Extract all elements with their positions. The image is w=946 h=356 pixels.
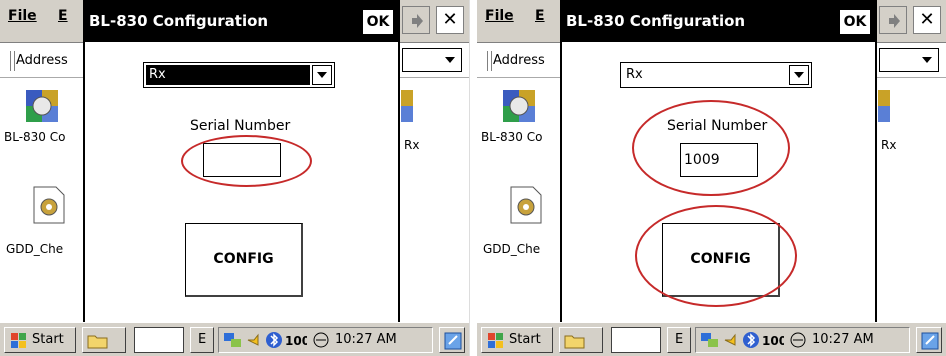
toolbar-grip[interactable]	[487, 51, 492, 71]
task-button[interactable]: E	[190, 327, 214, 353]
sync-icon[interactable]	[311, 331, 331, 349]
chevron-down-icon	[317, 72, 327, 78]
application-icon	[878, 86, 890, 130]
settings-document-icon[interactable]	[32, 185, 66, 229]
signal-icon[interactable]: 100	[762, 331, 784, 349]
explorer-task[interactable]	[82, 327, 126, 353]
start-button[interactable]: Start	[4, 327, 76, 353]
system-tray: 100 10:27 AM	[695, 327, 910, 353]
menu-edit[interactable]: E	[535, 8, 545, 24]
sync-icon[interactable]	[788, 331, 808, 349]
settings-document-icon[interactable]	[509, 185, 543, 229]
windows-flag-icon	[11, 333, 26, 348]
chevron-down-icon	[445, 57, 455, 63]
start-label: Start	[32, 332, 64, 347]
network-icon[interactable]	[700, 331, 720, 349]
address-label: Address	[16, 53, 68, 68]
close-button[interactable]: ✕	[913, 6, 941, 34]
explorer-task[interactable]	[559, 327, 603, 353]
windows-flag-icon	[488, 333, 503, 348]
arrow-right-icon	[412, 14, 423, 28]
ok-button[interactable]: OK	[363, 10, 393, 34]
arrow-right-icon	[889, 14, 900, 28]
menu-file[interactable]: File	[8, 8, 37, 24]
serial-number-label: Serial Number	[667, 118, 768, 134]
config-button[interactable]: CONFIG	[185, 223, 303, 297]
serial-number-input[interactable]	[203, 143, 281, 177]
forward-button[interactable]	[879, 6, 907, 34]
power-plug-icon[interactable]	[722, 331, 740, 349]
desktop-icon	[921, 332, 939, 350]
desktop-icon-label: BL-830 Co	[4, 130, 66, 144]
side-label: Rx	[881, 138, 897, 152]
folder-icon	[87, 335, 108, 349]
task-label: E	[675, 332, 684, 347]
address-dropdown[interactable]	[879, 48, 939, 72]
network-icon[interactable]	[223, 331, 243, 349]
application-icon	[401, 86, 413, 130]
dropdown-arrow[interactable]	[312, 65, 332, 85]
config-dialog: BL-830 Configuration OK Rx Serial Number…	[83, 0, 400, 322]
dialog-title: BL-830 Configuration	[89, 12, 269, 30]
desktop-icon-label: GDD_Che	[483, 242, 541, 256]
svg-text:100: 100	[762, 334, 784, 348]
address-label: Address	[493, 53, 545, 68]
application-icon[interactable]	[499, 86, 539, 130]
toolbar-grip[interactable]	[10, 51, 15, 71]
serial-number-input[interactable]: 1009	[680, 143, 758, 177]
start-label: Start	[509, 332, 541, 347]
serial-number-label: Serial Number	[190, 118, 291, 134]
mode-select-value: Rx	[623, 65, 787, 85]
desktop-icon-label: BL-830 Co	[481, 130, 543, 144]
system-tray: 100 10:27 AM	[218, 327, 433, 353]
task-label: E	[198, 332, 207, 347]
dropdown-arrow[interactable]	[789, 65, 809, 85]
chevron-down-icon	[922, 57, 932, 63]
dialog-title: BL-830 Configuration	[566, 12, 746, 30]
side-label: Rx	[404, 138, 420, 152]
power-plug-icon[interactable]	[245, 331, 263, 349]
dialog-titlebar: BL-830 Configuration OK	[562, 0, 875, 42]
mode-select[interactable]: Rx	[143, 62, 335, 88]
show-desktop-button[interactable]	[916, 327, 942, 353]
close-button[interactable]: ✕	[436, 6, 464, 34]
menu-edit[interactable]: E	[58, 8, 68, 24]
application-icon[interactable]	[22, 86, 62, 130]
clock[interactable]: 10:27 AM	[812, 332, 874, 347]
mode-select-value: Rx	[146, 65, 310, 85]
address-dropdown[interactable]	[402, 48, 462, 72]
show-desktop-button[interactable]	[439, 327, 465, 353]
mode-select[interactable]: Rx	[620, 62, 812, 88]
dialog-titlebar: BL-830 Configuration OK	[85, 0, 398, 42]
chevron-down-icon	[794, 72, 804, 78]
screen-after: File E ✕ Address BL-830 Co GDD_Che Rx BL…	[477, 0, 946, 356]
bluetooth-icon[interactable]	[265, 331, 283, 349]
signal-icon[interactable]: 100	[285, 331, 307, 349]
menu-file[interactable]: File	[485, 8, 514, 24]
bluetooth-icon[interactable]	[742, 331, 760, 349]
svg-text:100: 100	[285, 334, 307, 348]
taskbar: Start E 100 10:27 AM	[477, 322, 946, 356]
screen-before: File E ✕ Address BL-830 Co GDD_Che Rx BL…	[0, 0, 470, 356]
active-task[interactable]	[611, 327, 661, 353]
clock[interactable]: 10:27 AM	[335, 332, 397, 347]
taskbar: Start E 100 10:27 AM	[0, 322, 469, 356]
desktop-icon-label: GDD_Che	[6, 242, 64, 256]
ok-button[interactable]: OK	[840, 10, 870, 34]
forward-button[interactable]	[402, 6, 430, 34]
config-button[interactable]: CONFIG	[662, 223, 780, 297]
task-button[interactable]: E	[667, 327, 691, 353]
desktop-icon	[444, 332, 462, 350]
config-dialog: BL-830 Configuration OK Rx Serial Number…	[560, 0, 877, 322]
start-button[interactable]: Start	[481, 327, 553, 353]
folder-icon	[564, 335, 585, 349]
active-task[interactable]	[134, 327, 184, 353]
